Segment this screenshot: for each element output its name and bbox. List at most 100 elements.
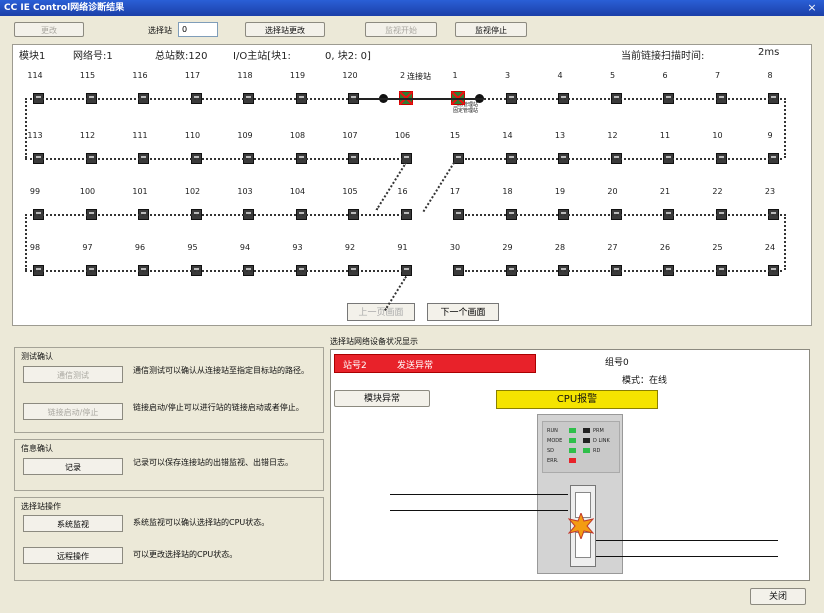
cable-right-lower xyxy=(596,556,778,557)
station-number: 5 xyxy=(609,71,616,80)
remote-operation-button[interactable]: 远程操作 xyxy=(23,547,123,564)
log-button[interactable]: 记录 xyxy=(23,458,123,475)
station-number: 22 xyxy=(712,187,723,196)
station-number: 114 xyxy=(27,71,43,80)
log-desc: 记录可以保存连接站的出错监视、出错日志。 xyxy=(133,458,293,467)
station-number: 16 xyxy=(397,187,408,196)
led-mode-label: MODE xyxy=(547,438,563,444)
error-message: 发送异常 xyxy=(397,361,434,371)
station-number: 91 xyxy=(397,243,408,252)
station-number: 100 xyxy=(79,187,96,196)
module-error-button[interactable]: 模块异常 xyxy=(334,390,430,407)
station-number: 96 xyxy=(134,243,146,252)
station-number: 93 xyxy=(292,243,303,252)
link-line xyxy=(465,158,782,160)
led-prm-label: PRM xyxy=(593,428,604,434)
station-number: 105 xyxy=(342,187,358,196)
led-mode xyxy=(569,438,576,443)
error-burst-icon xyxy=(568,513,594,539)
station-node-icon[interactable] xyxy=(453,265,464,276)
select-station-change-button[interactable]: 选择站更改 xyxy=(245,22,325,37)
cable-middle xyxy=(390,510,568,511)
station-number: 119 xyxy=(289,71,306,80)
led-rd xyxy=(583,448,590,453)
station-number: 3 xyxy=(504,71,511,80)
monitor-start-button[interactable]: 监视开始 xyxy=(365,22,437,37)
station-number: 97 xyxy=(82,243,93,252)
led-prm xyxy=(583,428,590,433)
station-number: 21 xyxy=(659,187,671,196)
station-number: 112 xyxy=(79,131,96,140)
station-number: 18 xyxy=(502,187,513,196)
station-number: 19 xyxy=(554,187,566,196)
close-icon[interactable]: × xyxy=(806,0,818,16)
led-run xyxy=(569,428,576,433)
station-number: 101 xyxy=(132,187,148,196)
link-line xyxy=(25,158,352,160)
link-line xyxy=(25,270,352,272)
station-number: 103 xyxy=(237,187,253,196)
main-link-line xyxy=(356,98,483,100)
station-number: 6 xyxy=(662,71,668,80)
close-button[interactable]: 关闭 xyxy=(750,588,806,605)
mode-status: 模式：在线 xyxy=(622,376,668,386)
station-number: 8 xyxy=(767,71,773,80)
led-run-label: RUN xyxy=(547,428,558,434)
network-map: 模块1 网络号:1 总站数:120 I/O主站[块1: 0, 块2: 0] 当前… xyxy=(12,44,812,326)
station-number: 12 xyxy=(607,131,618,140)
led-err-label: ERR. xyxy=(547,458,559,464)
link-line xyxy=(25,214,352,216)
dialog-window: CC IE Control网络诊断结果 × 更改 选择站 0 选择站更改 监视开… xyxy=(0,0,824,613)
station-number: 9 xyxy=(767,131,773,140)
led-rd-label: RD xyxy=(593,448,601,454)
change-button[interactable]: 更改 xyxy=(14,22,84,37)
error-banner: 站号2 发送异常 xyxy=(334,354,536,373)
station-number-input[interactable]: 0 xyxy=(178,22,218,37)
link-line xyxy=(356,270,403,272)
title-bar: CC IE Control网络诊断结果 × xyxy=(0,0,824,16)
station-node-icon[interactable] xyxy=(453,209,464,220)
link-line-left xyxy=(25,98,27,158)
led-dlink-label: D LINK xyxy=(593,438,610,444)
station-number: 17 xyxy=(449,187,461,196)
link-line xyxy=(356,214,403,216)
led-panel: RUN MODE SD ERR. PRM D LINK RD xyxy=(542,421,620,473)
communication-test-desc: 通信测试可以确认从连接站至指定目标站的路径。 xyxy=(133,366,309,375)
link-start-stop-button[interactable]: 链接启动/停止 xyxy=(23,403,123,420)
station-number: 20 xyxy=(607,187,618,196)
station-number: 29 xyxy=(502,243,513,252)
link-line-right xyxy=(784,98,786,158)
system-monitor-button[interactable]: 系统监视 xyxy=(23,515,123,532)
station-number: 26 xyxy=(659,243,671,252)
station-number: 13 xyxy=(554,131,566,140)
station-number: 102 xyxy=(184,187,201,196)
led-sd xyxy=(569,448,576,453)
station-number: 104 xyxy=(289,187,306,196)
station-number: 15 xyxy=(449,131,461,140)
total-stations: 总站数:120 xyxy=(155,51,208,62)
station-number: 99 xyxy=(29,187,41,196)
station-number: 117 xyxy=(184,71,201,80)
link-line xyxy=(465,270,782,272)
cable-upper xyxy=(390,494,568,495)
monitor-stop-button[interactable]: 监视停止 xyxy=(455,22,527,37)
communication-test-button[interactable]: 通信测试 xyxy=(23,366,123,383)
station-number: 1 xyxy=(452,71,458,80)
system-monitor-desc: 系统监视可以确认选择站的CPU状态。 xyxy=(133,518,270,527)
station-number: 11 xyxy=(659,131,671,140)
station-number: 25 xyxy=(712,243,723,252)
scan-time-label: 当前链接扫描时间: xyxy=(621,51,705,62)
select-station-label: 选择站 xyxy=(148,26,172,35)
status-panel-title: 选择站网络设备状况显示 xyxy=(330,337,418,346)
station-number: 30 xyxy=(449,243,461,252)
info-section-title: 信息确认 xyxy=(21,444,53,453)
prev-page-button[interactable]: 上一页画面 xyxy=(347,303,415,321)
station-number: 95 xyxy=(187,243,198,252)
next-page-button[interactable]: 下一个画面 xyxy=(427,303,499,321)
station-number: 111 xyxy=(132,131,148,140)
link-line-left xyxy=(25,214,27,270)
link-line-right xyxy=(784,214,786,270)
station-number: 7 xyxy=(714,71,721,80)
led-dlink xyxy=(583,438,590,443)
remote-operation-desc: 可以更改选择站的CPU状态。 xyxy=(133,550,238,559)
